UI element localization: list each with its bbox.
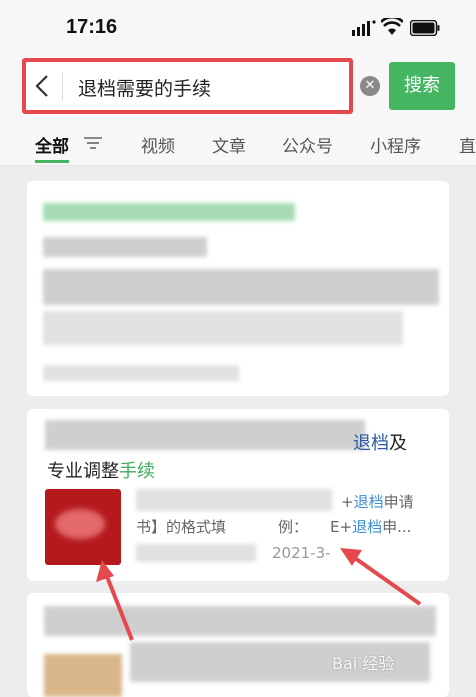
- blurred-snippet: [136, 489, 332, 511]
- back-icon[interactable]: [34, 74, 50, 98]
- blurred-source: [136, 544, 256, 562]
- search-input[interactable]: 退档需要的手续: [78, 74, 211, 101]
- result-card-1[interactable]: [27, 181, 449, 396]
- search-header: 退档需要的手续 ✕ 搜索: [0, 52, 476, 120]
- status-bar: 17:16: [0, 0, 476, 52]
- battery-icon: [410, 20, 440, 36]
- clear-icon[interactable]: ✕: [360, 76, 380, 96]
- filter-icon[interactable]: [84, 136, 102, 150]
- title-keyword: 退档: [353, 433, 389, 454]
- blurred-text: [43, 269, 439, 305]
- blurred-thumbnail: [44, 654, 122, 697]
- result-thumbnail[interactable]: [45, 489, 121, 565]
- watermark: Bai 经验: [332, 654, 395, 673]
- blurred-title: [44, 606, 436, 636]
- title-text: 及: [389, 433, 407, 454]
- tab-article[interactable]: 文章: [212, 132, 246, 157]
- title-keyword: 手续: [119, 461, 155, 482]
- blurred-title: [43, 203, 295, 221]
- tab-active-indicator: [35, 160, 69, 163]
- filter-tabs: 全部 视频 文章 公众号 小程序 直: [0, 120, 476, 166]
- tab-mini-program[interactable]: 小程序: [370, 132, 421, 157]
- tab-video[interactable]: 视频: [141, 132, 175, 157]
- blurred-meta: [43, 365, 239, 381]
- result-title[interactable]: 退档及 专业调整手续: [47, 430, 437, 486]
- signal-icon: [352, 20, 376, 36]
- wifi-icon: [381, 18, 403, 35]
- search-button[interactable]: 搜索: [389, 62, 455, 110]
- tab-all[interactable]: 全部: [35, 132, 69, 157]
- title-text: 专业调整: [47, 461, 119, 482]
- blurred-text: [43, 311, 403, 345]
- result-snippet-line-2: 书】的格式填 例： E+退档申...: [136, 518, 412, 536]
- tab-more[interactable]: 直: [459, 132, 476, 157]
- result-date: 2021-3-: [272, 544, 331, 562]
- blurred-text: [43, 237, 207, 257]
- status-time: 17:16: [66, 16, 118, 38]
- search-divider: [62, 72, 63, 100]
- tab-official-account[interactable]: 公众号: [282, 132, 333, 157]
- thumbnail-graphic: [55, 509, 105, 539]
- result-snippet-line-1: +退档申请: [341, 493, 414, 511]
